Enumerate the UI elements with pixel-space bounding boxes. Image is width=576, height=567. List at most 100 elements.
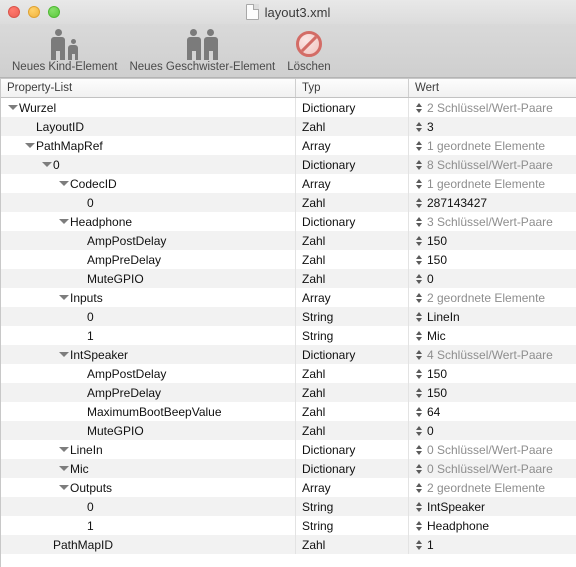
chevron-up-icon[interactable] xyxy=(415,482,422,487)
cell-property[interactable]: 0 xyxy=(1,307,296,326)
cell-type[interactable]: Zahl xyxy=(296,535,409,554)
cell-value[interactable]: Mic xyxy=(409,326,576,345)
value-stepper[interactable] xyxy=(410,235,427,246)
table-row[interactable]: PathMapID Zahl 1 xyxy=(1,535,576,554)
chevron-up-icon[interactable] xyxy=(415,387,422,392)
value-stepper[interactable] xyxy=(410,463,427,474)
chevron-up-icon[interactable] xyxy=(415,159,422,164)
chevron-down-icon[interactable] xyxy=(415,127,422,132)
table-row[interactable]: 1 String Headphone xyxy=(1,516,576,535)
chevron-up-icon[interactable] xyxy=(415,121,422,126)
table-row[interactable]: AmpPostDelay Zahl 150 xyxy=(1,231,576,250)
value-stepper[interactable] xyxy=(410,406,427,417)
cell-value[interactable]: 2 geordnete Elemente xyxy=(409,288,576,307)
cell-type[interactable]: String xyxy=(296,307,409,326)
chevron-up-icon[interactable] xyxy=(415,501,422,506)
cell-type[interactable]: Zahl xyxy=(296,421,409,440)
cell-type[interactable]: Array xyxy=(296,136,409,155)
cell-property[interactable]: 1 xyxy=(1,326,296,345)
value-stepper[interactable] xyxy=(410,330,427,341)
cell-value[interactable]: 3 xyxy=(409,117,576,136)
disclosure-triangle-icon[interactable] xyxy=(58,482,69,493)
cell-property[interactable]: PathMapID xyxy=(1,535,296,554)
cell-type[interactable]: Zahl xyxy=(296,269,409,288)
cell-value[interactable]: 1 xyxy=(409,535,576,554)
cell-value[interactable]: 2 geordnete Elemente xyxy=(409,478,576,497)
cell-property[interactable]: MuteGPIO xyxy=(1,421,296,440)
chevron-up-icon[interactable] xyxy=(415,425,422,430)
chevron-up-icon[interactable] xyxy=(415,444,422,449)
cell-value[interactable]: 150 xyxy=(409,364,576,383)
value-stepper[interactable] xyxy=(410,102,427,113)
cell-property[interactable]: PathMapRef xyxy=(1,136,296,155)
chevron-up-icon[interactable] xyxy=(415,539,422,544)
chevron-up-icon[interactable] xyxy=(415,178,422,183)
cell-property[interactable]: 0 xyxy=(1,155,296,174)
cell-value[interactable]: Headphone xyxy=(409,516,576,535)
chevron-down-icon[interactable] xyxy=(415,203,422,208)
cell-value[interactable]: LineIn xyxy=(409,307,576,326)
chevron-down-icon[interactable] xyxy=(415,317,422,322)
cell-property[interactable]: 1 xyxy=(1,516,296,535)
value-stepper[interactable] xyxy=(410,178,427,189)
value-stepper[interactable] xyxy=(410,311,427,322)
chevron-up-icon[interactable] xyxy=(415,197,422,202)
table-row[interactable]: 0 Dictionary 8 Schlüssel/Wert-Paare xyxy=(1,155,576,174)
chevron-up-icon[interactable] xyxy=(415,368,422,373)
cell-property[interactable]: Wurzel xyxy=(1,98,296,117)
chevron-down-icon[interactable] xyxy=(415,355,422,360)
cell-property[interactable]: IntSpeaker xyxy=(1,345,296,364)
chevron-up-icon[interactable] xyxy=(415,330,422,335)
value-stepper[interactable] xyxy=(410,159,427,170)
chevron-up-icon[interactable] xyxy=(415,311,422,316)
table-row[interactable]: LineIn Dictionary 0 Schlüssel/Wert-Paare xyxy=(1,440,576,459)
cell-type[interactable]: Dictionary xyxy=(296,155,409,174)
cell-property[interactable]: Outputs xyxy=(1,478,296,497)
disclosure-triangle-icon[interactable] xyxy=(24,140,35,151)
cell-type[interactable]: Dictionary xyxy=(296,212,409,231)
table-row[interactable]: MuteGPIO Zahl 0 xyxy=(1,269,576,288)
cell-type[interactable]: String xyxy=(296,326,409,345)
value-stepper[interactable] xyxy=(410,501,427,512)
chevron-up-icon[interactable] xyxy=(415,102,422,107)
cell-property[interactable]: CodecID xyxy=(1,174,296,193)
chevron-down-icon[interactable] xyxy=(415,260,422,265)
cell-type[interactable]: Zahl xyxy=(296,117,409,136)
table-row[interactable]: Headphone Dictionary 3 Schlüssel/Wert-Paar… xyxy=(1,212,576,231)
disclosure-triangle-icon[interactable] xyxy=(58,292,69,303)
cell-type[interactable]: Dictionary xyxy=(296,98,409,117)
disclosure-triangle-icon[interactable] xyxy=(41,159,52,170)
cell-property[interactable]: Headphone xyxy=(1,212,296,231)
cell-property[interactable]: AmpPreDelay xyxy=(1,250,296,269)
table-row[interactable]: CodecID Array 1 geordnete Elemente xyxy=(1,174,576,193)
chevron-up-icon[interactable] xyxy=(415,235,422,240)
chevron-up-icon[interactable] xyxy=(415,349,422,354)
cell-property[interactable]: Inputs xyxy=(1,288,296,307)
value-stepper[interactable] xyxy=(410,539,427,550)
chevron-down-icon[interactable] xyxy=(415,222,422,227)
minimize-button[interactable] xyxy=(28,6,40,18)
cell-value[interactable]: 2 Schlüssel/Wert-Paare xyxy=(409,98,576,117)
cell-property[interactable]: LineIn xyxy=(1,440,296,459)
cell-property[interactable]: MuteGPIO xyxy=(1,269,296,288)
cell-type[interactable]: Zahl xyxy=(296,402,409,421)
chevron-down-icon[interactable] xyxy=(415,431,422,436)
value-stepper[interactable] xyxy=(410,482,427,493)
cell-property[interactable]: Mic xyxy=(1,459,296,478)
cell-value[interactable]: 0 xyxy=(409,269,576,288)
table-row[interactable]: LayoutID Zahl 3 xyxy=(1,117,576,136)
table-row[interactable]: Mic Dictionary 0 Schlüssel/Wert-Paare xyxy=(1,459,576,478)
cell-type[interactable]: Zahl xyxy=(296,193,409,212)
chevron-down-icon[interactable] xyxy=(415,146,422,151)
cell-value[interactable]: 0 Schlüssel/Wert-Paare xyxy=(409,459,576,478)
column-header-typ[interactable]: Typ xyxy=(296,79,409,97)
cell-property[interactable]: 0 xyxy=(1,193,296,212)
disclosure-triangle-icon[interactable] xyxy=(58,349,69,360)
chevron-up-icon[interactable] xyxy=(415,292,422,297)
cell-type[interactable]: String xyxy=(296,497,409,516)
disclosure-triangle-icon[interactable] xyxy=(58,444,69,455)
cell-type[interactable]: Dictionary xyxy=(296,345,409,364)
chevron-down-icon[interactable] xyxy=(415,336,422,341)
delete-button[interactable]: Löschen xyxy=(281,24,336,73)
chevron-up-icon[interactable] xyxy=(415,216,422,221)
